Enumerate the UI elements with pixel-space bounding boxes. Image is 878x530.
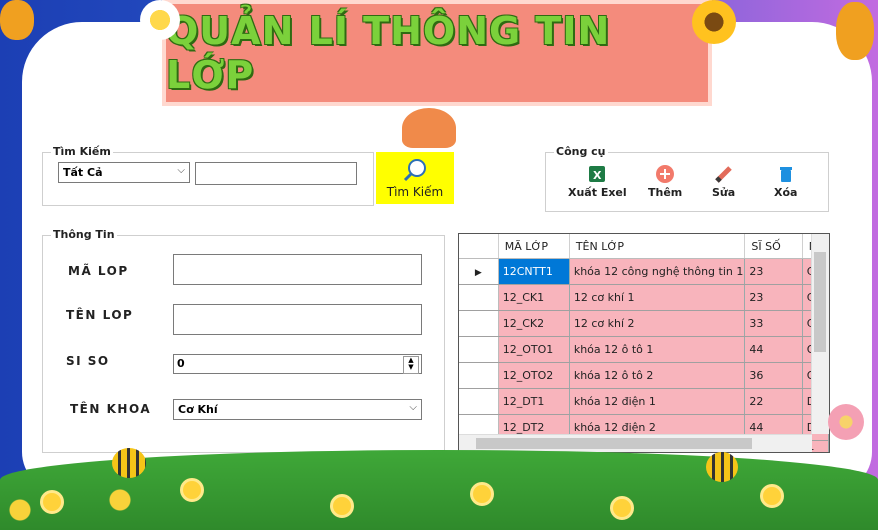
search-button-label: Tìm Kiếm — [386, 184, 444, 199]
flower-icon — [40, 490, 64, 514]
cell-si-so[interactable]: 36 — [744, 362, 803, 389]
cell-ten-lop[interactable]: khóa 12 ô tô 2 — [569, 362, 746, 389]
bell-icon — [402, 108, 456, 148]
search-button[interactable]: Tìm Kiếm — [376, 152, 454, 204]
cell-ten-lop[interactable]: khóa 12 điện 1 — [569, 388, 746, 415]
table-row[interactable]: 12_DT1khóa 12 điện 122D — [459, 388, 829, 415]
row-header[interactable] — [459, 388, 499, 415]
add-label: Thêm — [648, 186, 683, 199]
search-filter-value: Tất Cả — [63, 166, 103, 179]
cell-si-so[interactable]: 22 — [744, 388, 803, 415]
row-header[interactable] — [459, 362, 499, 389]
ten-khoa-select[interactable]: Cơ Khí ⌵ — [173, 399, 422, 420]
search-group-label: Tìm Kiếm — [51, 145, 113, 158]
excel-icon: X — [587, 164, 607, 184]
table-row[interactable]: 12_OTO2khóa 12 ô tô 236O — [459, 362, 829, 389]
ten-lop-label: TÊN LOP — [66, 308, 134, 322]
class-table: MÃ LỚP TÊN LỚP SĨ SỐ M ▶12CNTT1khóa 12 c… — [459, 234, 829, 452]
trash-icon — [776, 164, 796, 184]
flower-icon — [610, 496, 634, 520]
cell-si-so[interactable]: 44 — [744, 336, 803, 363]
flower-icon — [760, 484, 784, 508]
si-so-value: 0 — [177, 357, 185, 370]
chevron-down-icon: ⌵ — [409, 402, 417, 413]
ma-lop-label: MÃ LOP — [68, 264, 129, 278]
sun-flower-icon — [140, 0, 180, 40]
ma-lop-input[interactable] — [173, 254, 422, 285]
beehive-icon — [836, 2, 874, 60]
table-row[interactable]: ▶12CNTT1khóa 12 công nghệ thông tin 123C — [459, 258, 829, 285]
ten-lop-input[interactable] — [173, 304, 422, 335]
edit-button[interactable]: Sửa — [712, 164, 735, 199]
export-excel-label: Xuất Exel — [568, 186, 627, 199]
delete-label: Xóa — [774, 186, 798, 199]
flower-icon — [470, 482, 494, 506]
row-header[interactable] — [459, 284, 499, 311]
chevron-down-icon: ⌵ — [177, 165, 185, 176]
info-group-label: Thông Tin — [51, 228, 117, 241]
scrollbar-thumb[interactable] — [476, 438, 752, 449]
cell-ten-lop[interactable]: 12 cơ khí 1 — [569, 284, 746, 311]
ten-khoa-label: TÊN KHOA — [70, 402, 152, 416]
page-title: QUẢN LÍ THÔNG TIN LỚP — [166, 9, 611, 97]
horizontal-scrollbar[interactable] — [459, 434, 812, 452]
class-data-grid[interactable]: MÃ LỚP TÊN LỚP SĨ SỐ M ▶12CNTT1khóa 12 c… — [458, 233, 830, 453]
row-header-corner — [459, 234, 499, 259]
column-header-ten-lop[interactable]: TÊN LỚP — [569, 234, 746, 259]
bee-icon — [112, 448, 146, 478]
cell-ma-lop[interactable]: 12CNTT1 — [498, 258, 570, 285]
column-header-si-so[interactable]: SĨ SỐ — [744, 234, 803, 259]
cell-ma-lop[interactable]: 12_OTO2 — [498, 362, 570, 389]
table-row[interactable]: 12_CK212 cơ khí 233C — [459, 310, 829, 337]
column-header-ma-lop[interactable]: MÃ LỚP — [498, 234, 570, 259]
si-so-stepper[interactable]: 0 ▲ ▼ — [173, 354, 422, 374]
table-row[interactable]: 12_CK112 cơ khí 123C — [459, 284, 829, 311]
cell-ma-lop[interactable]: 12_CK2 — [498, 310, 570, 337]
cell-ten-lop[interactable]: 12 cơ khí 2 — [569, 310, 746, 337]
cell-ma-lop[interactable]: 12_OTO1 — [498, 336, 570, 363]
row-header[interactable] — [459, 336, 499, 363]
cell-ma-lop[interactable]: 12_CK1 — [498, 284, 570, 311]
row-header[interactable]: ▶ — [459, 258, 499, 285]
export-excel-button[interactable]: X Xuất Exel — [568, 164, 627, 199]
title-banner: QUẢN LÍ THÔNG TIN LỚP — [162, 0, 712, 106]
tools-group-label: Công cụ — [554, 145, 608, 158]
bee-icon — [706, 452, 738, 482]
vertical-scrollbar[interactable] — [811, 234, 829, 434]
cell-si-so[interactable]: 33 — [744, 310, 803, 337]
pencil-icon — [714, 164, 734, 184]
si-so-label: SI SO — [66, 354, 110, 368]
sunflower-icon — [692, 0, 736, 44]
search-filter-select[interactable]: Tất Cả ⌵ — [58, 162, 190, 183]
search-input[interactable] — [195, 162, 357, 185]
row-header[interactable] — [459, 310, 499, 337]
pink-flower-icon — [828, 404, 864, 440]
magnifier-icon — [402, 158, 428, 185]
cell-ma-lop[interactable]: 12_DT1 — [498, 388, 570, 415]
cell-ten-lop[interactable]: khóa 12 công nghệ thông tin 1 — [569, 258, 746, 285]
delete-button[interactable]: Xóa — [774, 164, 797, 199]
table-row[interactable]: 12_OTO1khóa 12 ô tô 144O — [459, 336, 829, 363]
flower-icon — [180, 478, 204, 502]
scrollbar-thumb[interactable] — [814, 252, 826, 352]
ten-khoa-value: Cơ Khí — [178, 403, 218, 416]
svg-text:X: X — [593, 169, 602, 182]
stepper-arrows-icon[interactable]: ▲ ▼ — [403, 356, 419, 374]
cell-si-so[interactable]: 23 — [744, 258, 803, 285]
flower-icon — [330, 494, 354, 518]
plus-circle-icon — [655, 164, 675, 184]
cell-si-so[interactable]: 23 — [744, 284, 803, 311]
beehive-icon — [0, 0, 34, 40]
cell-ten-lop[interactable]: khóa 12 ô tô 1 — [569, 336, 746, 363]
edit-label: Sửa — [712, 186, 736, 199]
current-row-icon: ▶ — [474, 268, 482, 278]
add-button[interactable]: Thêm — [648, 164, 682, 199]
